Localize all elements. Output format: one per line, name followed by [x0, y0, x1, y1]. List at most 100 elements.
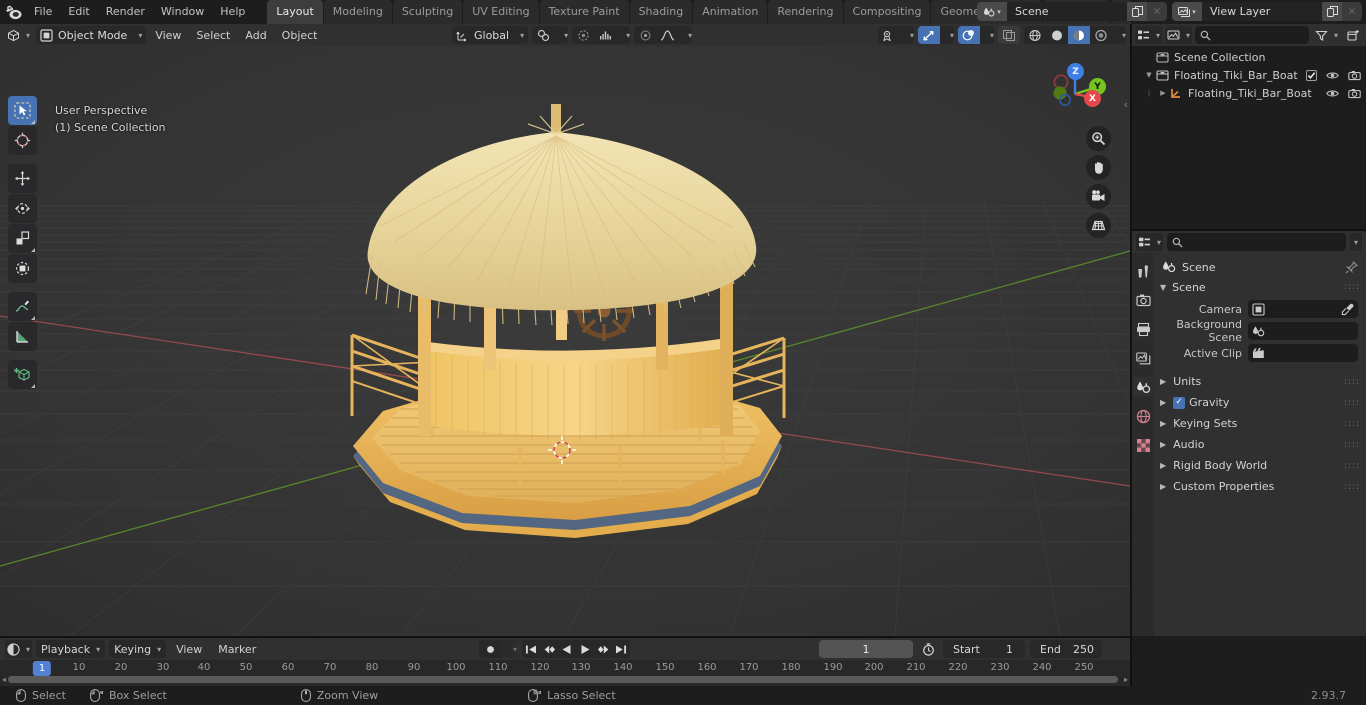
- panel-expand-triangle-icon[interactable]: ▼: [1160, 283, 1166, 292]
- workspace-tab-layout[interactable]: Layout: [267, 0, 323, 24]
- workspace-tab-sculpting[interactable]: Sculpting: [392, 0, 463, 24]
- outliner-filter-button[interactable]: ▾: [1311, 26, 1341, 44]
- proportional-edit-icon[interactable]: [572, 26, 595, 44]
- expand-triangle-icon[interactable]: ▶: [1160, 377, 1166, 386]
- show-gizmo-icon[interactable]: [918, 26, 940, 44]
- disclosure-triangle-icon[interactable]: ▶: [1156, 89, 1170, 97]
- section-audio[interactable]: ▶ Audio ::::: [1154, 434, 1366, 455]
- jump-to-end-button[interactable]: [612, 640, 630, 658]
- outliner-row-object-floating-tiki-bar-boat[interactable]: | ▶ Floating_Tiki_Bar_Boat: [1132, 84, 1366, 102]
- workspace-tab-shading[interactable]: Shading: [629, 0, 693, 24]
- current-frame-field[interactable]: 1: [819, 640, 913, 658]
- show-overlays-icon[interactable]: [958, 26, 980, 44]
- falloff-options-dropdown[interactable]: ▾: [678, 26, 693, 44]
- editor-separator-horizontal-right[interactable]: [1132, 229, 1366, 231]
- collection-checkbox[interactable]: [1306, 69, 1317, 81]
- falloff-curve-icon[interactable]: [656, 26, 679, 44]
- expand-triangle-icon[interactable]: ▶: [1160, 461, 1166, 470]
- scale-tool[interactable]: [8, 224, 37, 253]
- texture-tab[interactable]: [1133, 435, 1153, 455]
- toggle-ortho-button[interactable]: [1086, 213, 1111, 238]
- playhead[interactable]: 1: [32, 661, 52, 676]
- rendered-shading-icon[interactable]: [1090, 26, 1112, 44]
- outliner-editor-type-button[interactable]: ▾: [1135, 26, 1163, 44]
- hide-in-viewport-eye-icon[interactable]: [1326, 70, 1339, 81]
- new-scene-button[interactable]: [1127, 2, 1147, 21]
- editor-type-button[interactable]: ▾: [4, 26, 34, 44]
- camera-field[interactable]: [1248, 300, 1358, 318]
- proportional-falloff-icon[interactable]: [594, 26, 617, 44]
- tool-tab[interactable]: [1133, 261, 1153, 281]
- end-frame-field[interactable]: End 250: [1030, 640, 1102, 658]
- viewlayer-name-field[interactable]: View Layer: [1202, 2, 1322, 21]
- workspace-tab-rendering[interactable]: Rendering: [768, 0, 843, 24]
- viewport-menu-view[interactable]: View: [149, 26, 188, 44]
- xray-toggle-icon[interactable]: [998, 26, 1020, 44]
- navigation-gizmo[interactable]: Z Y X: [1038, 54, 1110, 126]
- disable-in-renders-camera-icon[interactable]: [1348, 70, 1361, 81]
- section-gravity[interactable]: ▶ ✓ Gravity ::::: [1154, 392, 1366, 413]
- auto-keying-dropdown[interactable]: ▾: [501, 640, 517, 658]
- eyedropper-icon[interactable]: [1341, 303, 1354, 316]
- material-preview-shading-icon[interactable]: [1068, 26, 1090, 44]
- menu-help[interactable]: Help: [212, 3, 253, 21]
- section-keying-sets[interactable]: ▶ Keying Sets ::::: [1154, 413, 1366, 434]
- properties-editor-type-button[interactable]: ▾: [1136, 233, 1164, 251]
- object-visibility-icon[interactable]: [878, 26, 900, 44]
- transform-orientation-selector[interactable]: Global ▾: [452, 26, 529, 44]
- scroll-right-arrow-icon[interactable]: ▸: [1124, 675, 1128, 684]
- output-tab[interactable]: [1133, 319, 1153, 339]
- move-tool[interactable]: [8, 164, 37, 193]
- timeline-horizontal-scrollbar[interactable]: [8, 676, 1118, 683]
- visibility-dropdown[interactable]: ▾: [900, 26, 914, 44]
- editor-separator-horizontal-bottom[interactable]: [0, 636, 1130, 638]
- expand-triangle-icon[interactable]: ▶: [1160, 398, 1166, 407]
- start-frame-field[interactable]: Start 1: [943, 640, 1025, 658]
- play-button[interactable]: [576, 640, 594, 658]
- use-preview-range-icon[interactable]: [918, 640, 938, 658]
- proportional-objects-icon[interactable]: [634, 26, 657, 44]
- unlink-scene-button[interactable]: ×: [1147, 2, 1167, 21]
- workspace-tab-animation[interactable]: Animation: [693, 0, 768, 24]
- background-scene-field[interactable]: [1248, 322, 1358, 340]
- camera-view-button[interactable]: [1086, 184, 1111, 209]
- gizmo-axis-x[interactable]: X: [1084, 90, 1101, 107]
- viewport-menu-object[interactable]: Object: [275, 26, 324, 44]
- scroll-left-arrow-icon[interactable]: ◂: [2, 675, 6, 684]
- proportional-options-dropdown[interactable]: ▾: [616, 26, 631, 44]
- annotate-tool[interactable]: [8, 292, 37, 321]
- measure-tool[interactable]: [8, 322, 37, 351]
- new-viewlayer-button[interactable]: [1322, 2, 1342, 21]
- outliner-search-input[interactable]: [1195, 26, 1309, 44]
- cursor-tool[interactable]: [8, 126, 37, 155]
- menu-file[interactable]: File: [26, 3, 60, 21]
- auto-keying-toggle[interactable]: [479, 640, 501, 658]
- view-layer-tab[interactable]: [1133, 348, 1153, 368]
- world-tab[interactable]: [1133, 406, 1153, 426]
- workspace-tab-texture-paint[interactable]: Texture Paint: [539, 0, 629, 24]
- editor-separator-vertical[interactable]: [1130, 24, 1132, 686]
- keying-dropdown[interactable]: Keying ▾: [109, 640, 167, 658]
- timeline-menu-marker[interactable]: Marker: [212, 640, 263, 658]
- rotate-tool[interactable]: [8, 194, 37, 223]
- snap-magnet-icon[interactable]: [532, 26, 555, 44]
- active-clip-field[interactable]: [1248, 344, 1358, 362]
- scene-tab[interactable]: [1133, 377, 1153, 397]
- pin-icon[interactable]: [1345, 260, 1358, 274]
- render-tab[interactable]: [1133, 290, 1153, 310]
- expand-triangle-icon[interactable]: ▶: [1160, 419, 1166, 428]
- outliner-new-collection-button[interactable]: [1344, 26, 1363, 44]
- workspace-tab-compositing[interactable]: Compositing: [843, 0, 931, 24]
- workspace-tab-uv-editing[interactable]: UV Editing: [463, 0, 539, 24]
- section-custom-properties[interactable]: ▶ Custom Properties ::::: [1154, 476, 1366, 497]
- viewport-canvas[interactable]: User Perspective (1) Scene Collection Z …: [0, 46, 1130, 636]
- timeline-editor-type-button[interactable]: ▾: [5, 640, 33, 658]
- outliner-row-collection-floating-tiki-bar-boat[interactable]: ▼ Floating_Tiki_Bar_Boat: [1132, 66, 1366, 84]
- workspace-tab-modeling[interactable]: Modeling: [323, 0, 392, 24]
- jump-to-next-keyframe-button[interactable]: [594, 640, 612, 658]
- menu-edit[interactable]: Edit: [60, 3, 97, 21]
- disable-in-renders-camera-icon[interactable]: [1348, 88, 1361, 99]
- outliner-display-mode-button[interactable]: ▾: [1165, 26, 1193, 44]
- section-units[interactable]: ▶ Units ::::: [1154, 371, 1366, 392]
- add-cube-tool[interactable]: [8, 360, 37, 389]
